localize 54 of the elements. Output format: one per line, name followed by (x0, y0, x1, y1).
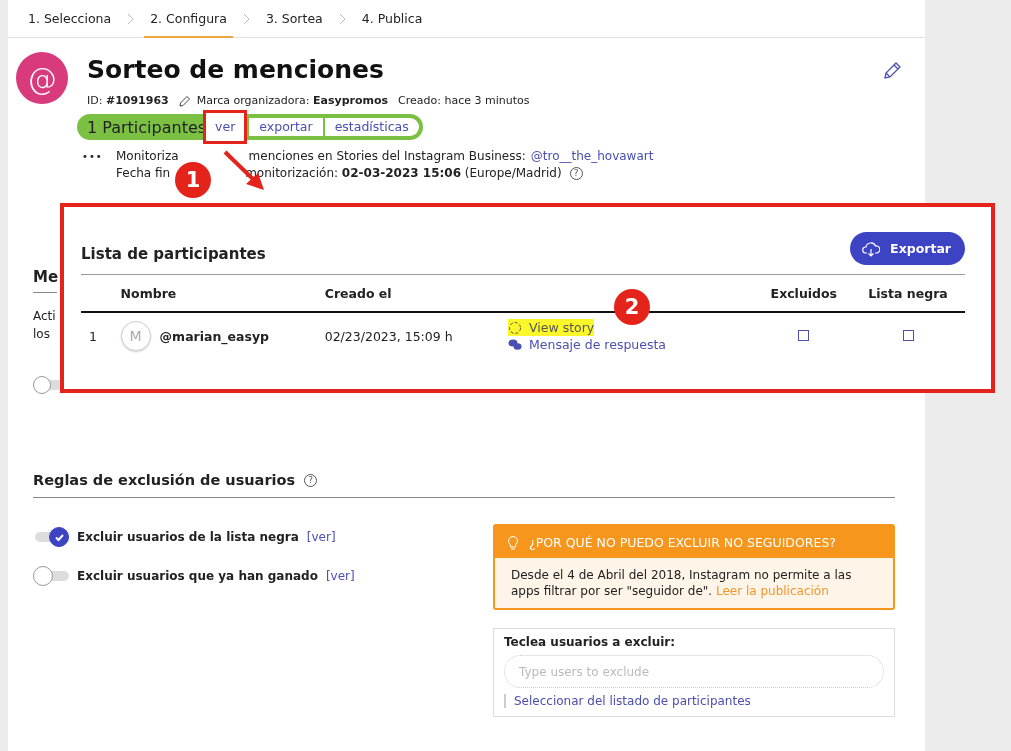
story-ring-icon (508, 320, 522, 335)
monitoring-text: Monitoriza (116, 148, 179, 165)
user-name: @marian_easyp (159, 328, 270, 344)
edit-icon[interactable] (883, 61, 902, 80)
chevron-icon (337, 12, 347, 25)
column-header: Lista negra (868, 285, 948, 301)
monitoring-text: menciones en Stories del Instagram Business: (248, 148, 526, 165)
field-label: Teclea usuarios a excluir: (504, 635, 677, 649)
draw-id: ID: #1091963 (87, 94, 169, 107)
created-time: Creado: hace 3 minutos (398, 94, 530, 107)
chevron-icon (241, 12, 251, 25)
section-title: Me (33, 268, 57, 293)
toggle-switch[interactable] (33, 566, 69, 586)
rule-label: Excluir usuarios de la lista negra (77, 530, 299, 544)
blacklist-checkbox[interactable] (902, 329, 914, 341)
column-header: Nombre (120, 285, 177, 301)
column-header: Excluidos (770, 285, 838, 301)
users-input-field[interactable]: Type users to exclude (504, 655, 884, 688)
step-tab[interactable]: 3. Sortea (259, 0, 329, 38)
organizer-brand: Marca organizadora: Easypromos (196, 94, 389, 107)
lightbulb-icon (507, 534, 519, 550)
chevron-icon (126, 12, 136, 25)
section-text: Acti (33, 308, 56, 325)
step-tab[interactable]: 2. Configura (144, 0, 233, 38)
account-link[interactable]: @tro__the_hovawart (530, 148, 654, 165)
participants-link[interactable]: estadísticas (322, 118, 419, 136)
view-story-link[interactable]: View story (508, 319, 595, 336)
notice-title: ¿POR QUÉ NO PUEDO EXCLUIR NO SEGUIDORES? (529, 534, 836, 550)
row-number: 1 (89, 328, 97, 344)
section-title: Reglas de exclusión de usuarios (33, 472, 296, 488)
section-text: los (33, 326, 50, 343)
excluded-checkbox[interactable] (798, 329, 810, 341)
more-icon[interactable]: ••• (82, 148, 102, 182)
avatar-icon: @ (16, 52, 68, 104)
view-link[interactable]: [ver] (306, 530, 336, 544)
chat-bubbles-icon (508, 338, 522, 351)
export-button[interactable]: Exportar (850, 232, 965, 265)
view-link[interactable]: [ver] (325, 569, 355, 583)
step-tab[interactable]: 4. Publica (355, 0, 429, 38)
participants-link[interactable]: exportar (247, 118, 323, 136)
page-title: Sorteo de menciones (87, 54, 385, 86)
rule-label: Excluir usuarios que ya han ganado (77, 569, 318, 583)
step-tab[interactable]: 1. Selecciona (22, 0, 118, 38)
pencil-icon (178, 94, 191, 107)
created-date: 02/23/2023, 15:09 h (324, 328, 453, 344)
participants-link[interactable]: ver (203, 110, 248, 144)
cloud-download-icon (862, 240, 881, 257)
modal-title: Lista de participantes (81, 244, 266, 263)
select-participants-link[interactable]: Seleccionar del listado de participantes (504, 694, 884, 708)
toggle-switch[interactable] (33, 527, 69, 547)
end-date-label: Fecha fin (116, 165, 171, 182)
notice-text: Desde el 4 de Abril del 2018, Instagram no permite a las apps filtrar por ser "seguidor de". Leer la publicación (510, 567, 853, 600)
column-header: Creado el (324, 285, 392, 301)
reply-message-link[interactable]: Mensaje de respuesta (508, 336, 666, 353)
